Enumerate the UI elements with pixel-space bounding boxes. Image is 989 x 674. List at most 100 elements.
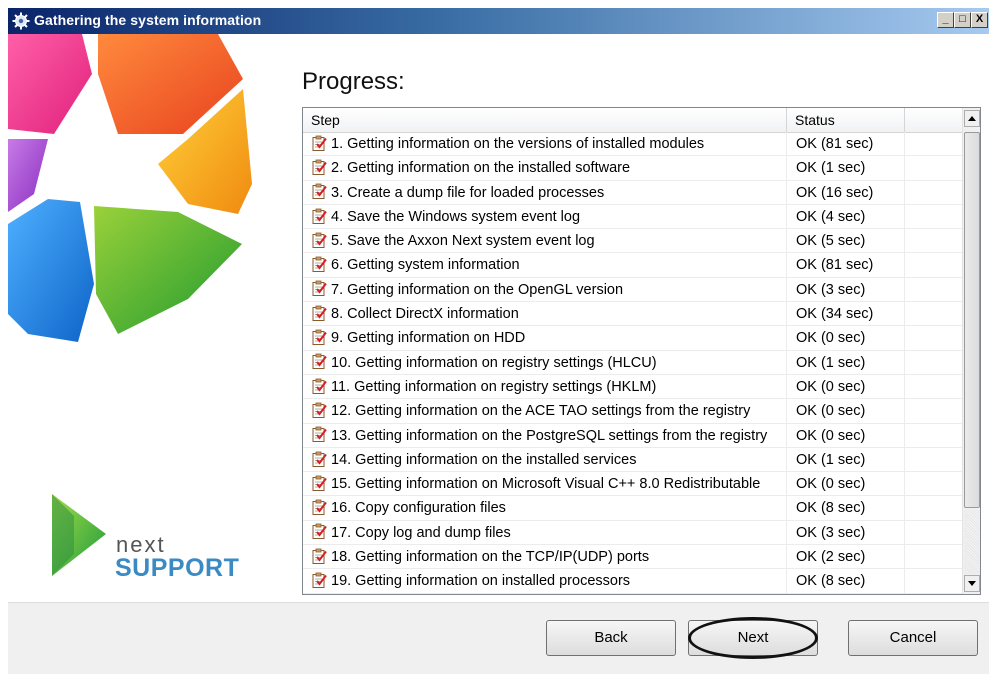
- clipboard-check-icon: [312, 305, 327, 321]
- status-cell: OK (0 sec): [787, 423, 905, 448]
- table-row[interactable]: 6. Getting system information OK (81 sec): [303, 253, 963, 278]
- step-label: 10. Getting information on registry sett…: [331, 354, 657, 371]
- step-label: 7. Getting information on the OpenGL ver…: [331, 281, 624, 298]
- step-cell: 2. Getting information on the installed …: [311, 156, 787, 181]
- status-cell: OK (2 sec): [787, 545, 905, 570]
- vertical-scrollbar[interactable]: [962, 108, 980, 594]
- close-button[interactable]: X: [971, 12, 988, 28]
- arrow-up-icon: [968, 116, 976, 121]
- step-cell: 19. Getting information on installed pro…: [311, 569, 787, 594]
- step-label: 4. Save the Windows system event log: [331, 208, 581, 225]
- clipboard-check-icon: [312, 256, 327, 273]
- scroll-down-button[interactable]: [964, 575, 980, 592]
- table-row[interactable]: 19. Getting information on installed pro…: [303, 569, 963, 594]
- step-label: 11. Getting information on registry sett…: [331, 378, 657, 395]
- step-label: 14. Getting information on the installed…: [331, 451, 637, 468]
- table-row[interactable]: 10. Getting information on registry sett…: [303, 350, 963, 375]
- table-row[interactable]: 12. Getting information on the ACE TAO s…: [303, 399, 963, 424]
- scroll-track[interactable]: [964, 510, 980, 574]
- clipboard-check-icon: [312, 402, 327, 418]
- status-cell: OK (0 sec): [787, 399, 905, 424]
- step-cell: 14. Getting information on the installed…: [311, 447, 787, 472]
- step-label: 19. Getting information on installed pro…: [331, 573, 631, 590]
- column-header-step[interactable]: Step: [303, 108, 787, 132]
- clipboard-check-icon: [312, 548, 327, 564]
- table-row[interactable]: 3. Create a dump file for loaded process…: [303, 180, 963, 205]
- step-cell: 4. Save the Windows system event log: [311, 204, 787, 229]
- step-label: 2. Getting information on the installed …: [331, 160, 631, 177]
- step-cell: 3. Create a dump file for loaded process…: [311, 180, 787, 205]
- clipboard-check-icon: [312, 451, 327, 467]
- step-label: 8. Collect DirectX information: [331, 306, 519, 323]
- table-row[interactable]: 8. Collect DirectX information OK (34 sec…: [303, 302, 963, 327]
- step-cell: 12. Getting information on the ACE TAO s…: [311, 399, 787, 424]
- step-cell: 17. Copy log and dump files: [311, 520, 787, 545]
- clipboard-check-icon: [312, 281, 327, 297]
- table-row[interactable]: 1. Getting information on the versions o…: [303, 132, 963, 157]
- maximize-button[interactable]: □: [954, 12, 971, 28]
- step-label: 1. Getting information on the versions o…: [331, 136, 705, 152]
- status-cell: OK (3 sec): [787, 520, 905, 545]
- table-row[interactable]: 7. Getting information on the OpenGL ver…: [303, 277, 963, 303]
- status-cell: OK (1 sec): [787, 350, 905, 375]
- clipboard-check-icon: [312, 159, 327, 175]
- table-row[interactable]: 14. Getting information on the installed…: [303, 447, 963, 473]
- column-header-status[interactable]: Status: [787, 108, 905, 132]
- step-label: 18. Getting information on the TCP/IP(UD…: [331, 549, 650, 566]
- table-row[interactable]: 9. Getting information on HDD OK (0 sec): [303, 326, 963, 351]
- table-row[interactable]: 16. Copy configuration files OK (8 sec): [303, 496, 963, 521]
- table-row[interactable]: 11. Getting information on registry sett…: [303, 374, 963, 400]
- clipboard-check-icon: [312, 499, 327, 516]
- table-row[interactable]: 15. Getting information on Microsoft Vis…: [303, 472, 963, 497]
- step-cell: 15. Getting information on Microsoft Vis…: [311, 472, 787, 497]
- status-cell: OK (4 sec): [787, 204, 905, 229]
- clipboard-check-icon: [312, 475, 327, 491]
- table-row[interactable]: 13. Getting information on the PostgreSQ…: [303, 423, 963, 448]
- app-gear-icon: [12, 12, 30, 30]
- status-cell: OK (81 sec): [787, 253, 905, 278]
- wizard-window: Gathering the system information _ □ X n…: [0, 0, 989, 674]
- clipboard-check-icon: [312, 329, 327, 346]
- step-cell: 11. Getting information on registry sett…: [311, 374, 787, 399]
- step-label: 3. Create a dump file for loaded process…: [331, 184, 605, 201]
- steps-table[interactable]: Step Status 1. Getting information on th…: [302, 107, 981, 595]
- clipboard-check-icon: [312, 208, 327, 224]
- minimize-button[interactable]: _: [937, 12, 954, 28]
- status-cell: OK (5 sec): [787, 229, 905, 254]
- table-row[interactable]: 18. Getting information on the TCP/IP(UD…: [303, 545, 963, 570]
- table-row[interactable]: 4. Save the Windows system event log OK (…: [303, 204, 963, 230]
- progress-heading: Progress:: [302, 68, 405, 95]
- table-row[interactable]: 2. Getting information on the installed …: [303, 156, 963, 181]
- table-header: Step Status: [303, 108, 963, 133]
- table-row[interactable]: 5. Save the Axxon Next system event log O…: [303, 229, 963, 254]
- status-cell: OK (34 sec): [787, 302, 905, 327]
- step-label: 17. Copy log and dump files: [331, 524, 511, 541]
- clipboard-check-icon: [312, 426, 327, 443]
- title-bar[interactable]: Gathering the system information _ □ X: [8, 8, 989, 34]
- step-cell: 10. Getting information on registry sett…: [311, 350, 787, 375]
- step-label: 5. Save the Axxon Next system event log: [331, 233, 595, 250]
- status-cell: OK (8 sec): [787, 496, 905, 521]
- clipboard-check-icon: [312, 135, 327, 151]
- cancel-button[interactable]: Cancel: [848, 620, 978, 656]
- step-cell: 5. Save the Axxon Next system event log: [311, 229, 787, 254]
- status-cell: OK (1 sec): [787, 447, 905, 472]
- step-cell: 8. Collect DirectX information: [311, 302, 787, 327]
- clipboard-check-icon: [312, 232, 327, 248]
- status-cell: OK (8 sec): [787, 569, 905, 594]
- back-button[interactable]: Back: [546, 620, 676, 656]
- next-button[interactable]: Next: [688, 620, 818, 656]
- status-cell: OK (0 sec): [787, 374, 905, 399]
- status-cell: OK (0 sec): [787, 326, 905, 351]
- clipboard-check-icon: [312, 572, 327, 589]
- clipboard-check-icon: [312, 183, 327, 200]
- scroll-thumb[interactable]: [964, 132, 980, 508]
- step-cell: 13. Getting information on the PostgreSQ…: [311, 423, 787, 448]
- step-cell: 18. Getting information on the TCP/IP(UD…: [311, 545, 787, 570]
- status-cell: OK (3 sec): [787, 277, 905, 302]
- table-body: 1. Getting information on the versions o…: [303, 132, 963, 594]
- table-row[interactable]: 17. Copy log and dump files OK (3 sec): [303, 520, 963, 546]
- scroll-up-button[interactable]: [964, 110, 980, 127]
- step-label: 12. Getting information on the ACE TAO s…: [331, 403, 751, 420]
- wizard-footer: [8, 602, 989, 674]
